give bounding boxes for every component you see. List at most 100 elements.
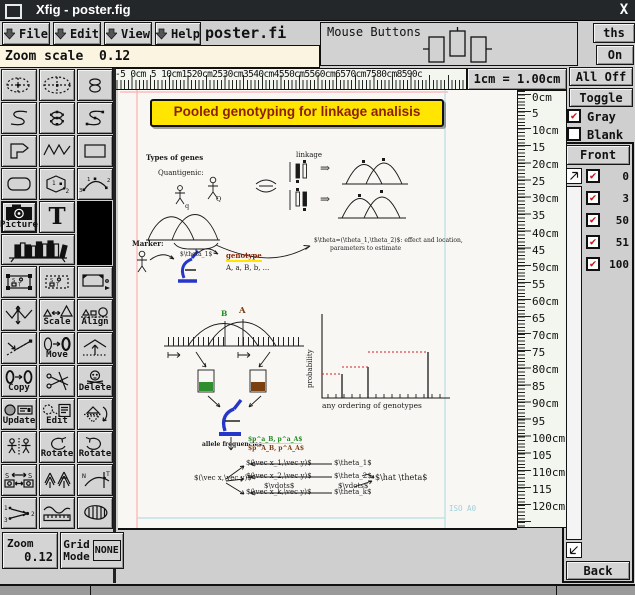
tool-glue-compound[interactable]: ST: [1, 266, 37, 298]
tool-break-compound[interactable]: ST: [39, 266, 75, 298]
menu-edit[interactable]: Edit: [53, 22, 101, 45]
tool-smart-move-links[interactable]: SS: [1, 464, 37, 496]
menu-file[interactable]: File: [2, 22, 50, 45]
depths-header-partial: ths: [593, 23, 635, 43]
poster-formula: parameters to estimate: [330, 245, 401, 252]
tool-delete[interactable]: Delete: [77, 365, 113, 397]
blank-checkbox[interactable]: [567, 127, 581, 141]
tool-copy[interactable]: Copy: [1, 365, 37, 397]
poster-arrow: ⇒: [320, 161, 330, 175]
pulldown-icon: [4, 28, 15, 40]
window-resize-bar[interactable]: [0, 584, 635, 595]
tool-tangent-line[interactable]: NT: [77, 464, 113, 496]
tool-flip-vertical[interactable]: [77, 398, 113, 430]
layer-scrollbar[interactable]: [566, 186, 582, 540]
tool-delete-point[interactable]: [39, 365, 75, 397]
tool-move-point[interactable]: [1, 299, 37, 331]
poster-label: genotype: [226, 251, 262, 262]
all-on-button[interactable]: On: [596, 45, 634, 65]
zoom-button[interactable]: Zoom 0.12: [2, 532, 58, 569]
tool-open-compound[interactable]: [77, 266, 113, 298]
tool-text[interactable]: T: [39, 201, 75, 233]
tool-move[interactable]: Move: [39, 332, 75, 364]
layer-scroll-down[interactable]: [566, 542, 582, 558]
tool-closed-interp-spline[interactable]: [39, 102, 75, 134]
tool-box[interactable]: [77, 135, 113, 167]
svg-text:1: 1: [4, 505, 8, 512]
tool-closed-spline[interactable]: [77, 69, 113, 101]
layer-row[interactable]: ✔ 0: [586, 169, 629, 183]
scroll-up-arrow-icon: [567, 169, 581, 183]
tool-measure-area[interactable]: [77, 497, 113, 529]
tool-polyline[interactable]: [39, 135, 75, 167]
menu-view[interactable]: View: [104, 22, 152, 45]
poster-label: Quantigenic:: [158, 169, 204, 177]
layer-checkbox[interactable]: ✔: [586, 257, 600, 271]
layer-checkbox[interactable]: ✔: [586, 213, 600, 227]
current-filename: poster.fi: [205, 24, 286, 42]
svg-text:2: 2: [66, 188, 70, 194]
mouse-buttons-panel: Mouse Buttons: [320, 22, 578, 66]
svg-text:3: 3: [79, 188, 82, 194]
tool-library[interactable]: [1, 234, 75, 265]
poster-formula: $(\vec x,\vec y)$: [194, 474, 252, 482]
layer-checkbox[interactable]: ✔: [586, 169, 600, 183]
gray-checkbox[interactable]: ✔: [567, 109, 581, 123]
drawing-canvas[interactable]: Pooled genotyping for linkage analisis T…: [118, 90, 517, 530]
poster-label: A, a, B, b, ...: [226, 264, 269, 272]
poster-label: Q: [216, 195, 221, 203]
tool-flip-horizontal[interactable]: [1, 431, 37, 463]
tool-arc-box[interactable]: [1, 168, 37, 200]
layer-depth-value: 3: [603, 192, 629, 205]
window-menu-icon[interactable]: [5, 4, 22, 19]
side-ruler[interactable]: 0cm 5 10cm 15 20cm 25 30cm 35 40cm 45 50…: [517, 90, 567, 528]
tool-picture[interactable]: Picture: [1, 201, 37, 233]
tool-polygon[interactable]: [1, 135, 37, 167]
layer-depth-value: 100: [603, 258, 629, 271]
tool-ellipse-diameter[interactable]: [39, 69, 75, 101]
front-button[interactable]: Front: [566, 145, 630, 165]
close-icon[interactable]: X: [615, 1, 633, 19]
grid-mode-button[interactable]: Grid Mode NONE: [60, 532, 124, 569]
menu-help[interactable]: Help: [155, 22, 201, 45]
zoom-value: 0.12: [24, 550, 53, 564]
tool-convert-spline[interactable]: [39, 464, 75, 496]
svg-text:2: 2: [107, 178, 110, 184]
back-button[interactable]: Back: [566, 561, 630, 580]
title-bar[interactable]: Xfig - poster.fig X: [0, 0, 635, 21]
layer-checkbox[interactable]: ✔: [586, 235, 600, 249]
svg-text:N: N: [82, 472, 86, 480]
tool-arc[interactable]: 123: [77, 168, 113, 200]
tool-spline[interactable]: [1, 102, 37, 134]
top-ruler[interactable]: -5 0cm 5 10cm1520cm2530cm3540cm4550cm556…: [112, 68, 467, 90]
layer-row[interactable]: ✔ 3: [586, 191, 629, 205]
tool-ellipse-radius[interactable]: [1, 69, 37, 101]
tool-update[interactable]: Update: [1, 398, 37, 430]
tool-add-point[interactable]: [1, 332, 37, 364]
tool-rotate-ccw[interactable]: Rotate: [77, 431, 113, 463]
all-off-button[interactable]: All Off: [569, 67, 633, 86]
layer-depth-value: 0: [603, 170, 629, 183]
tool-align[interactable]: Align: [77, 299, 113, 331]
pulldown-icon: [156, 28, 167, 40]
poster-formula: $\theta_k$: [334, 488, 371, 496]
tool-popup-panel[interactable]: [77, 332, 113, 364]
svg-text:1: 1: [52, 180, 56, 187]
layer-checkbox[interactable]: ✔: [586, 191, 600, 205]
svg-text:S: S: [5, 472, 9, 480]
poster-label: linkage: [296, 151, 322, 159]
tool-point-position[interactable]: 123: [1, 497, 37, 529]
tool-regular-polygon[interactable]: 12: [39, 168, 75, 200]
tool-rotate-cw[interactable]: Rotate: [39, 431, 75, 463]
tool-interp-spline[interactable]: [77, 102, 113, 134]
gray-label: Gray: [587, 110, 616, 124]
tool-measure-length[interactable]: [39, 497, 75, 529]
tool-scale[interactable]: Scale: [39, 299, 75, 331]
ruler-units-box[interactable]: 1cm = 1.00cm: [467, 68, 567, 90]
layer-row[interactable]: ✔ 100: [586, 257, 629, 271]
toggle-button[interactable]: Toggle: [569, 88, 633, 107]
tool-edit[interactable]: Edit: [39, 398, 75, 430]
layer-row[interactable]: ✔ 50: [586, 213, 629, 227]
layer-scroll-up[interactable]: [566, 168, 582, 184]
layer-row[interactable]: ✔ 51: [586, 235, 629, 249]
